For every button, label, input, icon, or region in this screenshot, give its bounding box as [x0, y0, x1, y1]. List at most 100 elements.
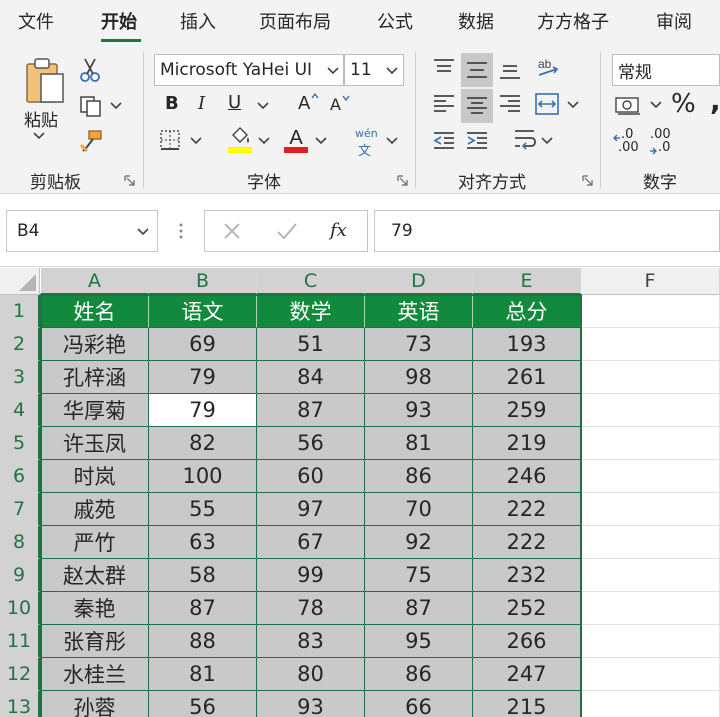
table-cell[interactable]: 259 [473, 394, 581, 427]
formula-input[interactable]: 79 [374, 210, 720, 252]
tab-fangfang[interactable]: 方方格子 [537, 8, 609, 34]
row-header-11[interactable]: 11 [0, 625, 40, 658]
table-cell[interactable]: 87 [365, 592, 473, 625]
row-header-6[interactable]: 6 [0, 460, 40, 493]
empty-cell[interactable] [581, 427, 720, 460]
table-cell[interactable]: 88 [149, 625, 257, 658]
borders-dropdown-arrow[interactable] [190, 137, 202, 145]
tab-data[interactable]: 数据 [458, 8, 494, 34]
font-launcher-icon[interactable] [397, 175, 409, 187]
table-cell[interactable]: 80 [257, 658, 365, 691]
table-cell[interactable]: 82 [149, 427, 257, 460]
decrease-indent-icon[interactable] [432, 130, 456, 152]
row-header-5[interactable]: 5 [0, 427, 40, 460]
table-cell[interactable]: 79 [149, 361, 257, 394]
paste-button-label[interactable]: 粘贴 [24, 106, 58, 131]
top-align-icon[interactable] [432, 57, 456, 79]
tab-home[interactable]: 开始 [101, 8, 137, 34]
table-cell[interactable]: 华厚菊 [41, 394, 149, 427]
table-cell[interactable]: 87 [257, 394, 365, 427]
empty-cell[interactable] [581, 328, 720, 361]
bottom-align-icon[interactable] [498, 59, 522, 81]
column-header-e[interactable]: E [473, 268, 581, 295]
row-header-4[interactable]: 4 [0, 394, 40, 427]
empty-cell[interactable] [581, 625, 720, 658]
table-cell[interactable]: 215 [473, 691, 581, 717]
percent-style-button[interactable]: % [671, 89, 696, 119]
column-header-c[interactable]: C [257, 268, 365, 295]
clipboard-launcher-icon[interactable] [124, 175, 136, 187]
cut-icon[interactable] [78, 56, 102, 84]
format-painter-icon[interactable] [78, 128, 104, 154]
empty-cell[interactable] [581, 658, 720, 691]
name-box-dropdown-arrow[interactable] [137, 228, 149, 236]
table-cell[interactable]: 92 [365, 526, 473, 559]
table-cell[interactable]: 73 [365, 328, 473, 361]
select-all-corner[interactable] [0, 268, 40, 295]
copy-dropdown-arrow[interactable] [110, 102, 122, 110]
formula-bar-splitter-icon[interactable] [178, 222, 184, 240]
empty-cell[interactable] [581, 592, 720, 625]
table-cell[interactable]: 81 [149, 658, 257, 691]
align-center-icon[interactable] [465, 95, 489, 117]
phonetic-guide-button[interactable]: 文 [358, 140, 371, 159]
accounting-format-icon[interactable] [614, 94, 644, 118]
table-cell[interactable]: 秦艳 [41, 592, 149, 625]
table-cell[interactable]: 266 [473, 625, 581, 658]
table-cell[interactable]: 222 [473, 526, 581, 559]
empty-cell[interactable] [581, 691, 720, 717]
table-cell[interactable]: 67 [257, 526, 365, 559]
table-cell[interactable]: 93 [257, 691, 365, 717]
fill-color-dropdown-arrow[interactable] [258, 137, 270, 145]
table-cell[interactable]: 78 [257, 592, 365, 625]
bold-button[interactable]: B [165, 93, 179, 114]
empty-cell[interactable] [581, 526, 720, 559]
table-cell[interactable]: 严竹 [41, 526, 149, 559]
table-cell[interactable]: 219 [473, 427, 581, 460]
table-cell[interactable]: 87 [149, 592, 257, 625]
table-cell[interactable]: 252 [473, 592, 581, 625]
underline-button[interactable]: U [228, 92, 241, 113]
tab-file[interactable]: 文件 [18, 8, 54, 34]
table-cell[interactable]: 60 [257, 460, 365, 493]
empty-cell[interactable] [581, 394, 720, 427]
align-right-icon[interactable] [498, 93, 522, 115]
active-cell[interactable]: 79 [149, 394, 257, 427]
table-cell[interactable]: 86 [365, 658, 473, 691]
column-header-a[interactable]: A [41, 268, 149, 295]
table-cell[interactable]: 84 [257, 361, 365, 394]
font-color-dropdown-arrow[interactable] [315, 137, 327, 145]
tab-review[interactable]: 审阅 [656, 8, 692, 34]
font-name-dropdown-arrow[interactable] [327, 67, 339, 75]
table-cell[interactable]: 232 [473, 559, 581, 592]
row-header-2[interactable]: 2 [0, 328, 40, 361]
column-header-d[interactable]: D [365, 268, 473, 295]
table-header-cell[interactable]: 总分 [473, 295, 581, 328]
alignment-launcher-icon[interactable] [582, 175, 594, 187]
table-cell[interactable]: 95 [365, 625, 473, 658]
row-header-13[interactable]: 13 [0, 691, 40, 717]
comma-style-button[interactable]: , [710, 84, 720, 117]
table-cell[interactable]: 246 [473, 460, 581, 493]
table-cell[interactable]: 55 [149, 493, 257, 526]
underline-dropdown-arrow[interactable] [257, 102, 269, 110]
enter-check-icon[interactable] [276, 221, 298, 241]
table-cell[interactable]: 时岚 [41, 460, 149, 493]
table-cell[interactable]: 83 [257, 625, 365, 658]
increase-indent-icon[interactable] [465, 130, 489, 152]
table-cell[interactable]: 56 [257, 427, 365, 460]
insert-function-button[interactable]: fx [330, 220, 347, 241]
table-header-cell[interactable]: 语文 [149, 295, 257, 328]
font-size-dropdown-arrow[interactable] [386, 67, 398, 75]
table-cell[interactable]: 冯彩艳 [41, 328, 149, 361]
row-header-9[interactable]: 9 [0, 559, 40, 592]
table-cell[interactable]: 98 [365, 361, 473, 394]
grow-font-button[interactable]: A [298, 93, 310, 114]
table-cell[interactable]: 75 [365, 559, 473, 592]
empty-cell[interactable] [581, 493, 720, 526]
table-cell[interactable]: 193 [473, 328, 581, 361]
table-cell[interactable]: 97 [257, 493, 365, 526]
middle-align-icon[interactable] [465, 59, 489, 81]
table-cell[interactable]: 许玉凤 [41, 427, 149, 460]
font-color-icon[interactable]: A [283, 125, 309, 155]
